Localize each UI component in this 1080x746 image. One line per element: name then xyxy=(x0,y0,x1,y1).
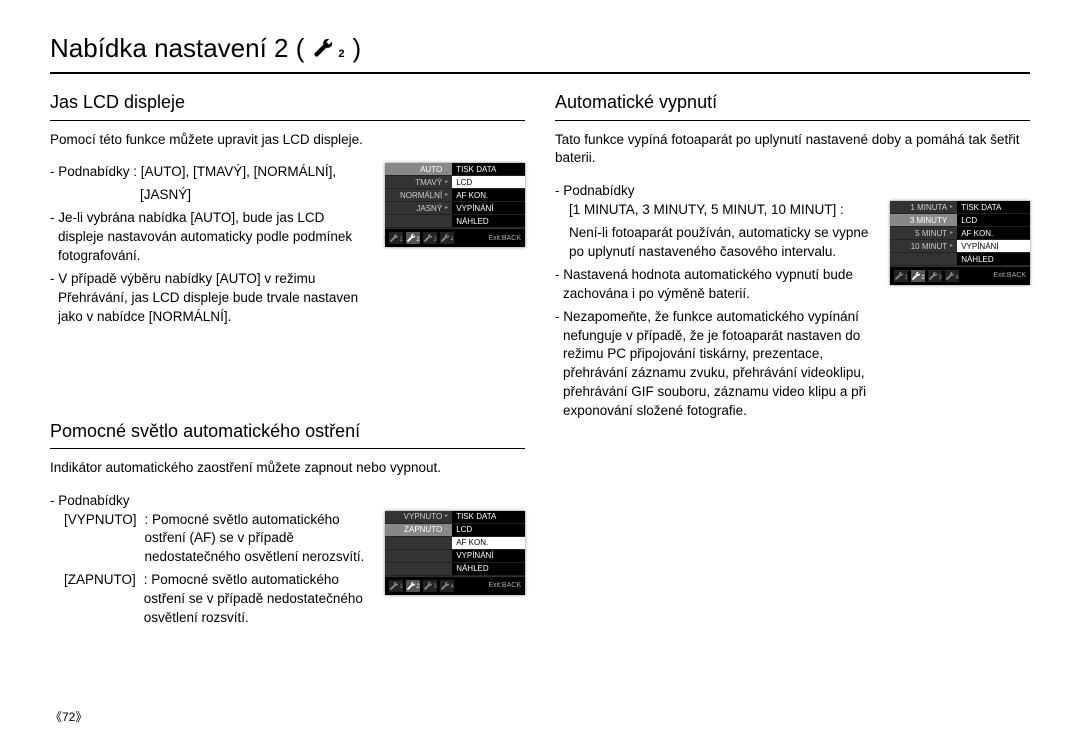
cam-left-item: 5 MINUT xyxy=(890,227,957,240)
section-lcd-brightness: Jas LCD displeje Pomocí této funkce může… xyxy=(50,90,525,330)
cam-exit-label: Exit:BACK xyxy=(993,271,1026,281)
cam-right-item: AF KON. xyxy=(452,537,525,550)
cam-right-item: NÁHLED xyxy=(957,253,1030,266)
autooff-p2: - Nastavená hodnota automatického vypnut… xyxy=(555,266,878,304)
cam-tab-icon: 3 xyxy=(423,580,437,592)
cam-tab-icon: 3 xyxy=(928,270,942,282)
page-number: 《72》 xyxy=(50,709,87,726)
cam-right-item: NÁHLED xyxy=(452,563,525,576)
cam-right-item: VYPÍNÁNÍ xyxy=(452,202,525,215)
right-column: Automatické vypnutí Tato funkce vypíná f… xyxy=(555,90,1030,660)
text-af: [VYPNUTO] : Pomocné světlo automatického… xyxy=(50,511,373,632)
af-off-term: [VYPNUTO] xyxy=(64,511,137,568)
cam-right-item: AF KON. xyxy=(452,189,525,202)
autooff-p1b: Není-li fotoaparát používán, automaticky… xyxy=(555,224,878,262)
cam-left-item xyxy=(385,550,452,563)
left-column: Jas LCD displeje Pomocí této funkce může… xyxy=(50,90,525,660)
cam-left-item: AUTO xyxy=(385,163,452,176)
cam-footer: 1234 Exit:BACK xyxy=(385,228,525,247)
cam-tab-icon: 2 xyxy=(406,232,420,244)
title-suffix: ) xyxy=(353,30,362,66)
cam-left-item: 3 MINUTY xyxy=(890,214,957,227)
wrench-subscript: 2 xyxy=(338,47,344,62)
wrench-icon xyxy=(308,35,338,61)
lcd-submenus-1b: [JASNÝ] xyxy=(50,186,373,205)
cam-left-item: ZAPNUTO xyxy=(385,524,452,537)
cam-left-item xyxy=(385,215,452,228)
cam-left-item: TMAVÝ xyxy=(385,176,452,189)
intro-autooff: Tato funkce vypíná fotoaparát po uplynut… xyxy=(555,131,1030,169)
cam-left-item xyxy=(890,253,957,266)
camera-screenshot-lcd: AUTOTMAVÝNORMÁLNÍJASNÝ TISK DATALCDAF KON… xyxy=(385,163,525,247)
title-prefix: Nabídka nastavení 2 ( xyxy=(50,30,304,66)
camera-screenshot-af: VYPNUTOZAPNUTOTISK DATALCDAF KON.VYPÍNÁN… xyxy=(385,511,525,595)
cam-left-item: 10 MINUT xyxy=(890,240,957,253)
heading-af: Pomocné světlo automatického ostření xyxy=(50,419,525,449)
cam-right-item: AF KON. xyxy=(957,227,1030,240)
cam-tab-icon: 4 xyxy=(440,580,454,592)
cam-right-item: VYPÍNÁNÍ xyxy=(452,550,525,563)
cam-right-item: LCD xyxy=(957,214,1030,227)
cam-right-item: LCD xyxy=(452,524,525,537)
af-on-term: [ZAPNUTO] xyxy=(64,571,136,628)
cam-tab-icon: 4 xyxy=(945,270,959,282)
cam-exit-label: Exit:BACK xyxy=(488,234,521,244)
cam-right-item: NÁHLED xyxy=(452,215,525,228)
cam-exit-label: Exit:BACK xyxy=(488,581,521,591)
cam-right-item: LCD xyxy=(452,176,525,189)
heading-lcd: Jas LCD displeje xyxy=(50,90,525,120)
cam-tab-icon: 3 xyxy=(423,232,437,244)
intro-af: Indikátor automatického zaostření můžete… xyxy=(50,459,525,478)
cam-footer: 1234 Exit:BACK xyxy=(890,266,1030,285)
cam-tab-icon: 1 xyxy=(894,270,908,282)
heading-autooff: Automatické vypnutí xyxy=(555,90,1030,120)
cam-tab-icon: 4 xyxy=(440,232,454,244)
cam-right-item: TISK DATA xyxy=(957,201,1030,214)
intro-lcd: Pomocí této funkce můžete upravit jas LC… xyxy=(50,131,525,150)
af-submenus: - Podnabídky xyxy=(50,492,525,511)
cam-right-item: VYPÍNÁNÍ xyxy=(957,240,1030,253)
text-autooff: [1 MINUTA, 3 MINUTY, 5 MINUT, 10 MINUT] … xyxy=(555,201,878,425)
cam-right-item: TISK DATA xyxy=(452,511,525,524)
cam-left-item xyxy=(385,563,452,576)
content-columns: Jas LCD displeje Pomocí této funkce může… xyxy=(50,90,1030,660)
cam-footer: 1234 Exit:BACK xyxy=(385,576,525,595)
autooff-p1: [1 MINUTA, 3 MINUTY, 5 MINUT, 10 MINUT] … xyxy=(555,201,878,220)
camera-screenshot-autooff: 1 MINUTA3 MINUTY5 MINUT10 MINUT TISK DATA… xyxy=(890,201,1030,285)
autooff-p3: - Nezapomeňte, že funkce automatického v… xyxy=(555,308,878,421)
cam-tab-icon: 1 xyxy=(389,232,403,244)
af-off-desc: : Pomocné světlo automatického ostření (… xyxy=(145,511,373,568)
autooff-submenus: - Podnabídky xyxy=(555,182,1030,201)
cam-left-item: 1 MINUTA xyxy=(890,201,957,214)
cam-left-item: NORMÁLNÍ xyxy=(385,189,452,202)
lcd-p3: - V případě výběru nabídky [AUTO] v reži… xyxy=(50,270,373,327)
cam-left-item: JASNÝ xyxy=(385,202,452,215)
cam-left-item: VYPNUTO xyxy=(385,511,452,524)
cam-tab-icon: 2 xyxy=(406,580,420,592)
lcd-p2: - Je-li vybrána nabídka [AUTO], bude jas… xyxy=(50,209,373,266)
section-af-lamp: Pomocné světlo automatického ostření Ind… xyxy=(50,419,525,632)
af-on-desc: : Pomocné světlo automatického ostření s… xyxy=(144,571,373,628)
lcd-submenus-1: - Podnabídky : [AUTO], [TMAVÝ], [NORMÁLN… xyxy=(50,163,373,182)
page-title: Nabídka nastavení 2 ( 2 ) xyxy=(50,30,1030,74)
section-auto-off: Automatické vypnutí Tato funkce vypíná f… xyxy=(555,90,1030,425)
cam-tab-icon: 2 xyxy=(911,270,925,282)
text-lcd: - Podnabídky : [AUTO], [TMAVÝ], [NORMÁLN… xyxy=(50,163,373,330)
cam-left-item xyxy=(385,537,452,550)
cam-right-item: TISK DATA xyxy=(452,163,525,176)
cam-tab-icon: 1 xyxy=(389,580,403,592)
